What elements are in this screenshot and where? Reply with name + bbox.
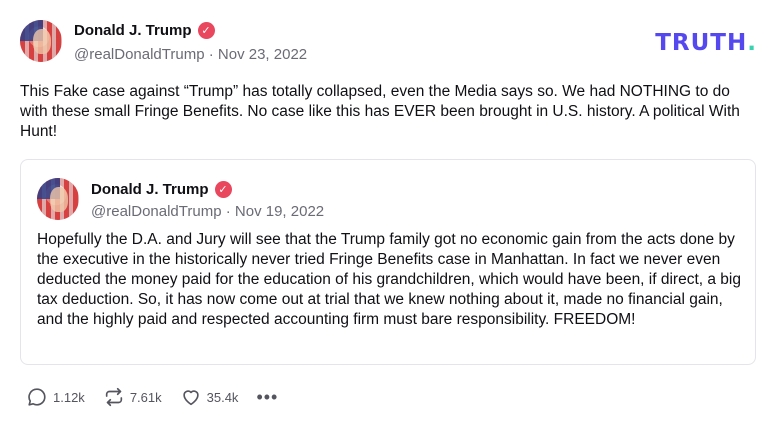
post-text: This Fake case against “Trump” has total… <box>20 83 740 140</box>
quoted-author-avatar[interactable] <box>37 178 79 220</box>
like-button[interactable]: 35.4k <box>180 386 239 408</box>
quoted-author-meta: @realDonaldTrump · Nov 19, 2022 <box>91 203 324 220</box>
quoted-author-name-row: Donald J. Trump ✓ <box>91 181 232 198</box>
retruth-button[interactable]: 7.61k <box>103 386 162 408</box>
quoted-meta-separator: · <box>221 203 235 220</box>
quoted-verified-badge-icon: ✓ <box>214 181 232 198</box>
author-display-name[interactable]: Donald J. Trump <box>74 22 192 39</box>
reply-button[interactable]: 1.12k <box>26 386 85 408</box>
quoted-post[interactable]: Donald J. Trump ✓ @realDonaldTrump · Nov… <box>20 159 756 365</box>
like-count: 35.4k <box>206 389 239 405</box>
retruth-count: 7.61k <box>129 389 162 405</box>
post-date[interactable]: Nov 23, 2022 <box>218 46 307 63</box>
quoted-author-display-name[interactable]: Donald J. Trump <box>91 181 209 198</box>
logo-text: TRUTH <box>655 30 748 56</box>
more-options-icon[interactable]: ••• <box>256 388 278 406</box>
truth-social-logo[interactable]: TRUTH. <box>655 30 757 56</box>
author-name-row: Donald J. Trump ✓ <box>74 22 215 39</box>
retruth-icon <box>105 387 122 407</box>
verified-badge-icon: ✓ <box>197 22 215 39</box>
reply-count: 1.12k <box>53 389 85 405</box>
heart-icon <box>182 390 199 406</box>
truth-post: Donald J. Trump ✓ @realDonaldTrump · Nov… <box>0 0 777 428</box>
author-meta: @realDonaldTrump · Nov 23, 2022 <box>74 46 307 63</box>
author-handle[interactable]: @realDonaldTrump <box>74 46 205 63</box>
quoted-post-text: Hopefully the D.A. and Jury will see tha… <box>37 231 741 328</box>
reply-icon <box>28 388 46 406</box>
author-avatar[interactable] <box>20 20 62 62</box>
meta-separator: · <box>204 46 218 63</box>
quoted-author-handle[interactable]: @realDonaldTrump <box>91 203 222 220</box>
quoted-post-date[interactable]: Nov 19, 2022 <box>235 203 324 220</box>
logo-dot: . <box>747 30 757 56</box>
post-actions: 1.12k 7.61k 35.4k ••• <box>26 386 278 408</box>
